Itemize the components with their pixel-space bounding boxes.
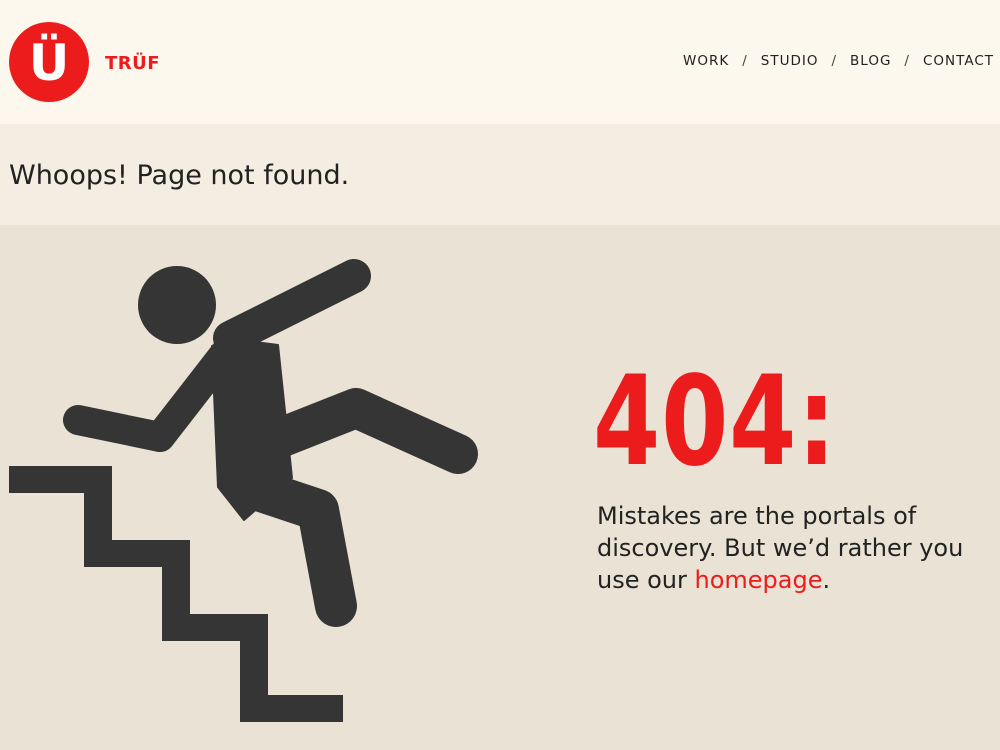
figure-head bbox=[138, 266, 216, 344]
nav-separator: / bbox=[831, 53, 838, 69]
figure-leg-kicking bbox=[250, 388, 478, 474]
person-falling-down-stairs-icon bbox=[9, 259, 478, 722]
site-header: Ü TRÜF WORK / STUDIO / BLOG / CONTACT bbox=[0, 0, 1000, 124]
nav-item-studio[interactable]: STUDIO bbox=[761, 53, 819, 69]
figure-arm-raised bbox=[213, 259, 371, 355]
main-nav: WORK / STUDIO / BLOG / CONTACT bbox=[683, 53, 994, 69]
page-title: Whoops! Page not found. bbox=[9, 160, 350, 191]
nav-item-blog[interactable]: BLOG bbox=[850, 53, 891, 69]
nav-separator: / bbox=[742, 53, 748, 69]
logo-letter: Ü bbox=[28, 34, 70, 92]
brand-name[interactable]: TRÜF bbox=[105, 53, 160, 74]
nav-separator: / bbox=[904, 53, 910, 69]
error-message: Mistakes are the portals of discovery. B… bbox=[597, 500, 977, 596]
logo[interactable]: Ü bbox=[9, 22, 89, 102]
homepage-link[interactable]: homepage bbox=[695, 566, 823, 594]
error-code: 404: bbox=[593, 350, 837, 494]
figure-leg-standing bbox=[237, 469, 357, 627]
nav-item-contact[interactable]: CONTACT bbox=[923, 53, 994, 69]
nav-item-work[interactable]: WORK bbox=[683, 53, 729, 69]
error-message-end: . bbox=[822, 566, 831, 594]
figure-arm-reaching bbox=[63, 337, 241, 452]
title-band: Whoops! Page not found. bbox=[0, 124, 1000, 225]
